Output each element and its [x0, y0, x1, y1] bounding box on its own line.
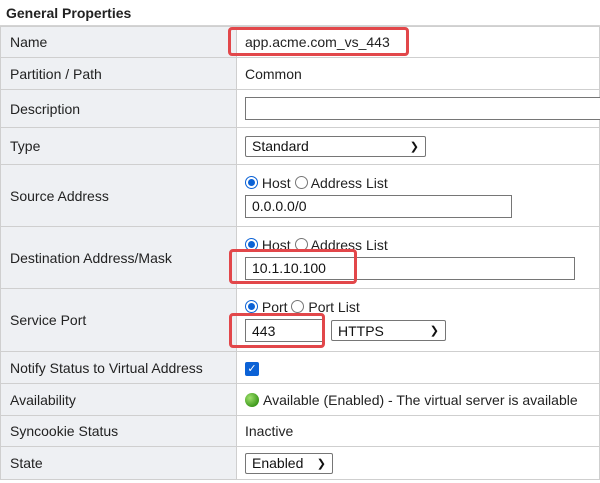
- service-port-input[interactable]: [245, 319, 325, 342]
- description-input[interactable]: [245, 97, 600, 120]
- source-address-list-radio[interactable]: [294, 175, 308, 189]
- row-availability: Availability Available (Enabled) - The v…: [0, 383, 600, 416]
- chevron-down-icon: ❯: [409, 140, 419, 153]
- type-select-value: Standard: [252, 138, 309, 154]
- notify-cell: ✓: [236, 351, 600, 384]
- port-list-radio[interactable]: [291, 300, 305, 313]
- row-state: State Enabled ❯: [0, 446, 600, 480]
- chevron-down-icon: ❯: [429, 325, 439, 337]
- destination-address-list-label: Address List: [310, 236, 388, 253]
- source-host-label: Host: [261, 174, 291, 191]
- destination-cell: Host Address List: [229, 226, 600, 289]
- row-service-port: Service Port Port Port List HTTPS ❯: [0, 288, 600, 352]
- partition-value: Common: [236, 57, 600, 90]
- source-label: Source Address: [0, 164, 237, 227]
- port-radio-label: Port: [261, 299, 288, 315]
- row-syncookie: Syncookie Status Inactive: [0, 415, 600, 447]
- state-cell: Enabled ❯: [236, 446, 600, 480]
- service-port-radio-group: Port Port List: [245, 298, 598, 316]
- type-label: Type: [0, 127, 237, 165]
- description-cell: [236, 89, 600, 128]
- row-partition: Partition / Path Common: [0, 57, 600, 90]
- row-notify: Notify Status to Virtual Address ✓: [0, 351, 600, 384]
- destination-host-radio[interactable]: [245, 237, 258, 251]
- state-label: State: [0, 446, 237, 480]
- source-address-list-label: Address List: [310, 174, 388, 191]
- row-destination: Destination Address/Mask Host Address Li…: [0, 226, 600, 289]
- name-value-cell: app.acme.com_vs_443: [228, 26, 600, 58]
- availability-cell: Available (Enabled) - The virtual server…: [236, 383, 600, 416]
- destination-label: Destination Address/Mask: [0, 226, 237, 289]
- type-cell: Standard ❯: [236, 127, 600, 165]
- service-port-label: Service Port: [0, 288, 237, 352]
- port-list-label: Port List: [308, 299, 360, 315]
- service-port-inputs: HTTPS ❯: [245, 319, 598, 342]
- notify-checkbox[interactable]: ✓: [245, 362, 259, 376]
- protocol-select-value: HTTPS: [338, 322, 384, 339]
- source-cell: Host Address List: [236, 164, 600, 227]
- name-value: app.acme.com_vs_443: [245, 34, 390, 50]
- protocol-select[interactable]: HTTPS ❯: [331, 320, 446, 341]
- status-green-icon: [245, 392, 259, 407]
- row-source-address: Source Address Host Address List: [0, 164, 600, 227]
- availability-label: Availability: [0, 383, 237, 416]
- service-port-cell: Port Port List HTTPS ❯: [229, 288, 600, 352]
- chevron-down-icon: ❯: [316, 457, 326, 470]
- row-name: Name app.acme.com_vs_443: [0, 26, 600, 58]
- source-address-input[interactable]: [245, 194, 512, 218]
- general-properties-table: Name app.acme.com_vs_443 Partition / Pat…: [0, 26, 600, 480]
- syncookie-label: Syncookie Status: [0, 415, 237, 447]
- name-label: Name: [0, 26, 237, 58]
- notify-label: Notify Status to Virtual Address: [0, 351, 237, 384]
- type-select[interactable]: Standard ❯: [245, 135, 426, 157]
- state-select[interactable]: Enabled ❯: [245, 452, 333, 474]
- section-title: General Properties: [0, 0, 600, 26]
- destination-address-list-radio[interactable]: [294, 237, 308, 251]
- destination-host-label: Host: [261, 236, 291, 253]
- state-select-value: Enabled: [252, 455, 304, 471]
- row-description: Description: [0, 89, 600, 128]
- syncookie-value: Inactive: [236, 415, 600, 447]
- destination-address-input[interactable]: [245, 256, 575, 280]
- availability-status: Available (Enabled) - The virtual server…: [263, 391, 578, 408]
- source-radio-group: Host Address List: [245, 174, 598, 192]
- description-label: Description: [0, 89, 237, 128]
- row-type: Type Standard ❯: [0, 127, 600, 165]
- port-radio[interactable]: [245, 300, 258, 313]
- partition-label: Partition / Path: [0, 57, 237, 90]
- source-host-radio[interactable]: [245, 175, 258, 189]
- destination-radio-group: Host Address List: [245, 236, 598, 254]
